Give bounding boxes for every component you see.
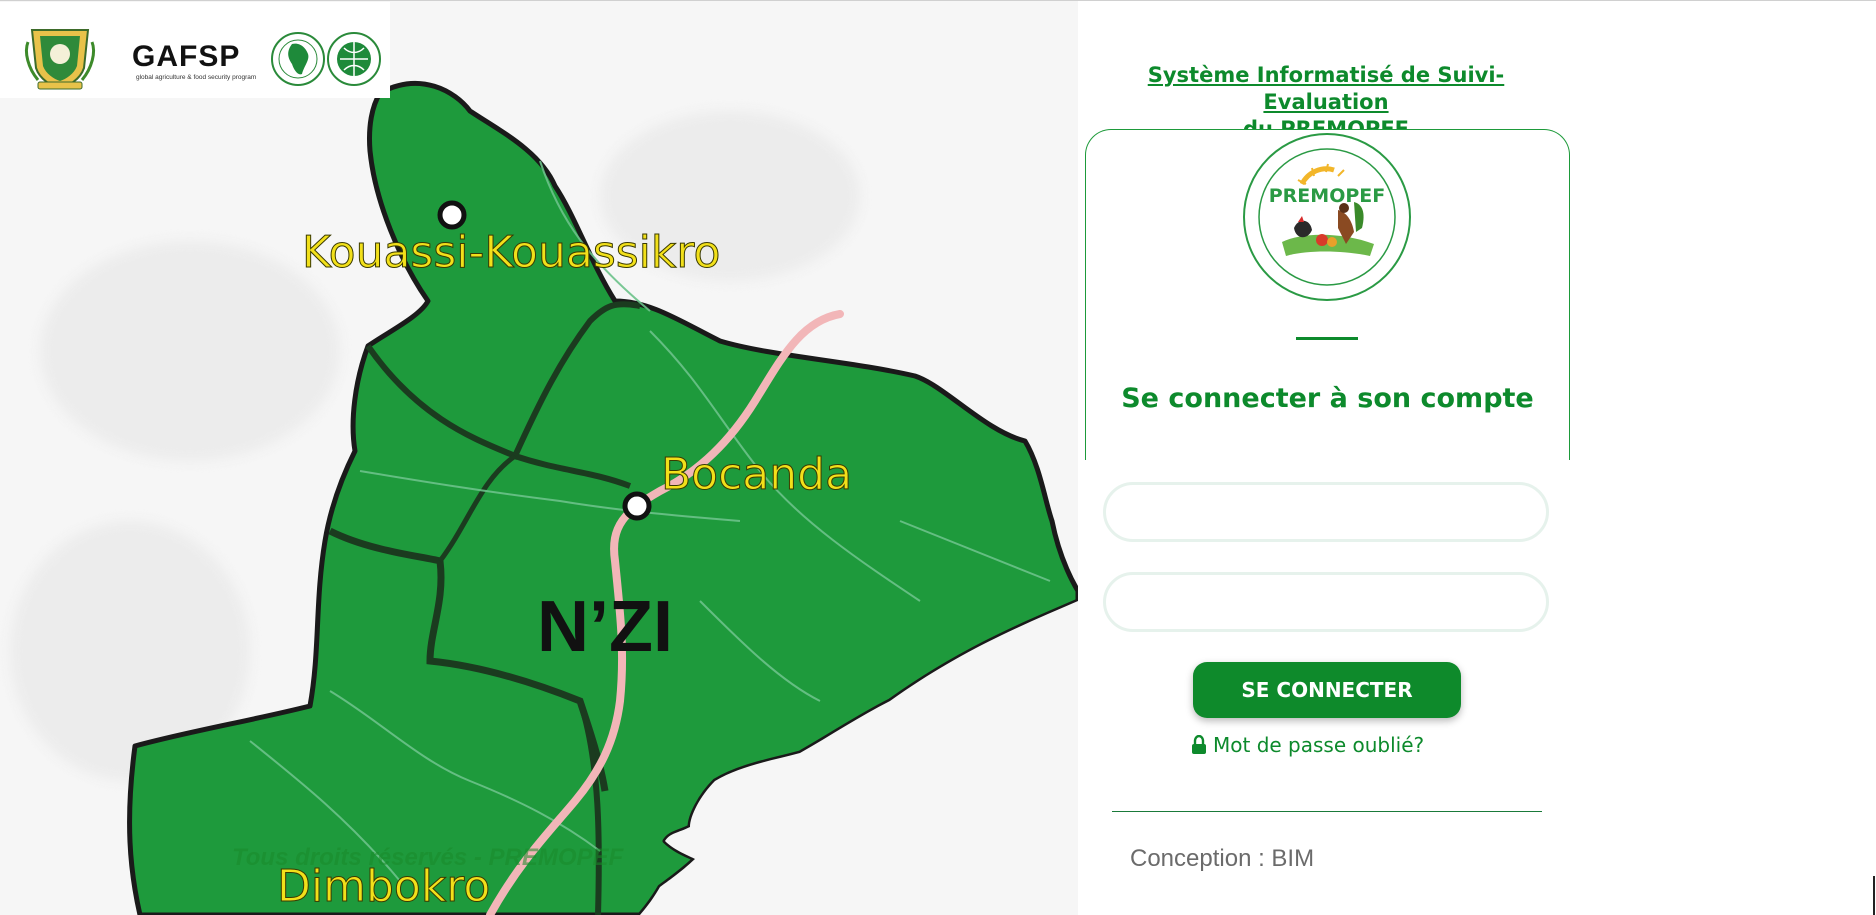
map-panel: Kouassi-Kouassikro Bocanda Dimbokro N’ZI… xyxy=(0,1,1078,915)
premopef-logo-text: PREMOPEF xyxy=(1269,185,1385,207)
gafsp-logo-text: GAFSP xyxy=(132,40,241,73)
partner-logos: GAFSP global agriculture & food security… xyxy=(0,2,390,98)
username-field[interactable] xyxy=(1103,482,1549,542)
login-button[interactable]: SE CONNECTER xyxy=(1193,662,1461,718)
lock-icon xyxy=(1192,735,1206,754)
card-divider xyxy=(1296,337,1358,340)
login-heading: Se connecter à son compte xyxy=(1121,383,1534,414)
page-title-line1: Système Informatisé de Suivi-Evaluation xyxy=(1147,63,1505,114)
afdb-worldbank-logo-icon xyxy=(271,32,381,86)
gafsp-logo: GAFSP global agriculture & food security… xyxy=(130,32,256,84)
credit-text: Conception : BIM xyxy=(1130,845,1315,872)
premopef-logo: PREMOPEF xyxy=(1243,133,1411,301)
copyright-text: Tous droits réservés - PREMOPEF xyxy=(232,844,624,871)
forgot-password-label: Mot de passe oublié? xyxy=(1213,733,1425,757)
scrollbar-edge[interactable] xyxy=(1873,876,1875,915)
cote-divoire-emblem-icon xyxy=(24,29,96,90)
password-field[interactable] xyxy=(1103,572,1549,632)
town-label-bocanda: Bocanda xyxy=(660,449,853,501)
forgot-password-link[interactable]: Mot de passe oublié? xyxy=(1191,733,1424,757)
town-marker xyxy=(437,200,467,230)
footer-divider xyxy=(1112,811,1542,812)
gafsp-logo-subtitle: global agriculture & food security progr… xyxy=(136,74,257,81)
town-label-kouassi: Kouassi-Kouassikro xyxy=(301,227,721,279)
town-marker xyxy=(622,491,652,521)
region-label: N’ZI xyxy=(537,587,673,667)
region-map xyxy=(127,81,1078,915)
